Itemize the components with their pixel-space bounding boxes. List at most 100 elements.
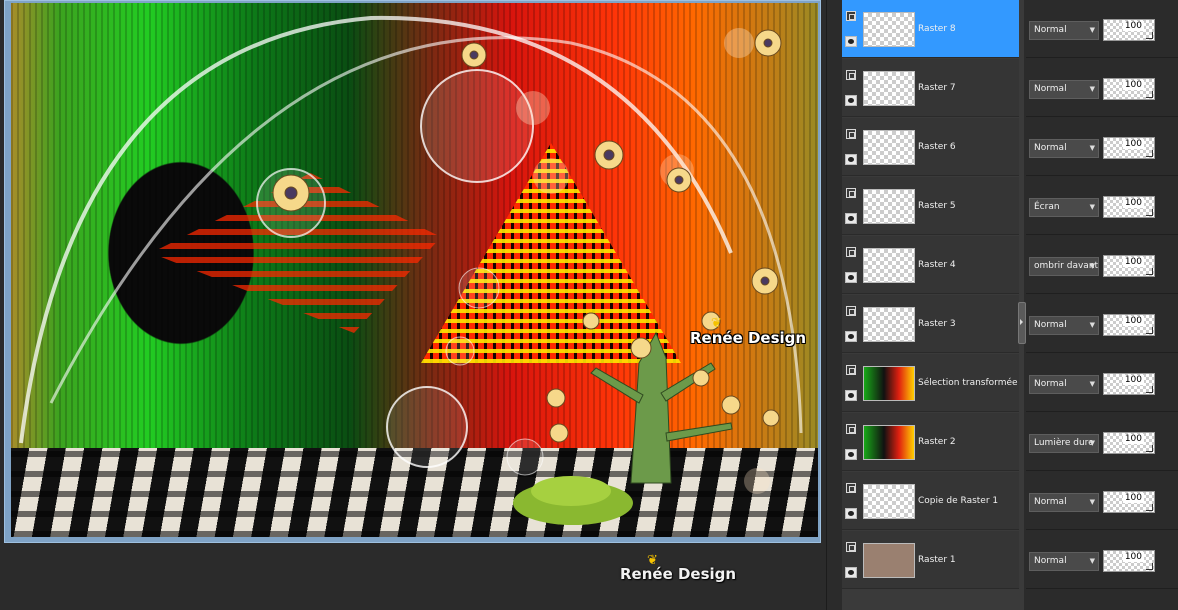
opacity-field[interactable]: 100 (1103, 373, 1155, 395)
blend-mode-value: Normal (1034, 25, 1067, 35)
canvas-area[interactable]: Renée Design ❦ Renée Design ❦ (0, 0, 826, 610)
flowers (272, 29, 782, 443)
eye-icon[interactable] (845, 567, 857, 578)
layer-name: Raster 2 (918, 437, 956, 447)
bubble-small-1 (516, 91, 550, 125)
panel-collapse-handle[interactable] (1018, 302, 1026, 344)
layer-thumbnail (863, 71, 915, 106)
eye-icon[interactable] (845, 213, 857, 224)
eye-icon[interactable] (845, 95, 857, 106)
eye-icon[interactable] (845, 272, 857, 283)
blend-mode-select[interactable]: Normal ▼ (1029, 493, 1099, 512)
layer-properties-row: Normal ▼ 100 (1026, 354, 1178, 412)
blend-mode-value: Normal (1034, 497, 1067, 507)
chevron-down-icon: ▼ (1089, 557, 1095, 565)
layer-link-icon[interactable] (846, 483, 856, 493)
bubble-bottom-left (386, 386, 468, 468)
opacity-field[interactable]: 100 (1103, 314, 1155, 336)
eye-icon[interactable] (845, 508, 857, 519)
layer-link-icon[interactable] (846, 306, 856, 316)
eye-icon[interactable] (845, 36, 857, 47)
layer-row[interactable]: Sélection transformée (842, 354, 1019, 412)
resize-grip-icon (1146, 327, 1153, 334)
chevron-down-icon: ▼ (1089, 85, 1095, 93)
eye-icon[interactable] (845, 331, 857, 342)
layer-thumbnail (863, 307, 915, 342)
layer-link-icon[interactable] (846, 11, 856, 21)
artwork-canvas[interactable]: Renée Design ❦ (11, 3, 818, 537)
layer-thumbnail (863, 425, 915, 460)
blend-mode-value: Normal (1034, 320, 1067, 330)
eye-icon[interactable] (845, 390, 857, 401)
layer-properties-row: Normal ▼ 100 (1026, 531, 1178, 589)
opacity-field[interactable]: 100 (1103, 137, 1155, 159)
layer-name: Raster 5 (918, 201, 956, 211)
opacity-value: 100 (1122, 375, 1144, 385)
layer-row[interactable]: Raster 6 (842, 118, 1019, 176)
layer-row[interactable]: Raster 3 (842, 295, 1019, 353)
layer-link-icon[interactable] (846, 188, 856, 198)
layer-row[interactable]: Raster 2 (842, 413, 1019, 471)
resize-grip-icon (1146, 445, 1153, 452)
resize-grip-icon (1146, 504, 1153, 511)
blend-mode-select[interactable]: Lumière dure ▼ (1029, 434, 1099, 453)
blend-mode-select[interactable]: Normal ▼ (1029, 21, 1099, 40)
layer-properties-row: Normal ▼ 100 (1026, 472, 1178, 530)
opacity-field[interactable]: 100 (1103, 432, 1155, 454)
blend-mode-select[interactable]: Normal ▼ (1029, 552, 1099, 571)
chevron-down-icon: ▼ (1089, 144, 1095, 152)
layer-properties-list: Normal ▼ 100 Normal ▼ 100 Normal ▼ 100 Écran ▼ 100 o… (1026, 0, 1178, 610)
blend-mode-value: Lumière dure (1034, 438, 1094, 448)
opacity-value: 100 (1122, 257, 1144, 267)
layer-link-icon[interactable] (846, 70, 856, 80)
layer-row[interactable]: Raster 1 (842, 531, 1019, 589)
layer-link-icon[interactable] (846, 365, 856, 375)
layer-thumbnail (863, 12, 915, 47)
layer-name: Sélection transformée (918, 378, 1018, 388)
layer-link-icon[interactable] (846, 129, 856, 139)
blend-mode-select[interactable]: Écran ▼ (1029, 198, 1099, 217)
chevron-down-icon: ▼ (1089, 203, 1095, 211)
chevron-down-icon: ▼ (1089, 26, 1095, 34)
opacity-value: 100 (1122, 80, 1144, 90)
resize-grip-icon (1146, 563, 1153, 570)
layer-row[interactable]: Copie de Raster 1 (842, 472, 1019, 530)
layer-name: Raster 4 (918, 260, 956, 270)
layer-row[interactable]: Raster 8 (842, 0, 1019, 58)
blend-mode-select[interactable]: Normal ▼ (1029, 375, 1099, 394)
chevron-down-icon: ▼ (1089, 321, 1095, 329)
opacity-field[interactable]: 100 (1103, 78, 1155, 100)
layer-row[interactable]: Raster 5 (842, 177, 1019, 235)
layer-row[interactable]: Raster 4 (842, 236, 1019, 294)
layer-name: Raster 8 (918, 24, 956, 34)
opacity-field[interactable]: 100 (1103, 255, 1155, 277)
opacity-field[interactable]: 100 (1103, 196, 1155, 218)
watermark-renee-design-bottom: Renée Design (620, 565, 737, 583)
watermark-renee-design: Renée Design (690, 329, 807, 347)
layer-row[interactable]: Raster 7 (842, 59, 1019, 117)
bubble-small-4 (445, 336, 475, 366)
opacity-value: 100 (1122, 139, 1144, 149)
bubble-small-2 (533, 158, 569, 194)
artwork-overlays (19, 15, 803, 525)
layer-link-icon[interactable] (846, 542, 856, 552)
opacity-field[interactable]: 100 (1103, 550, 1155, 572)
chevron-down-icon: ▼ (1089, 380, 1095, 388)
butterfly-icon: ❦ (711, 316, 722, 331)
blend-mode-select[interactable]: Normal ▼ (1029, 316, 1099, 335)
layer-link-icon[interactable] (846, 424, 856, 434)
blend-mode-select[interactable]: Normal ▼ (1029, 139, 1099, 158)
eye-icon[interactable] (845, 449, 857, 460)
blend-mode-select[interactable]: ombrir davantag▼ (1029, 257, 1099, 276)
chevron-down-icon: ▼ (1089, 262, 1095, 270)
layer-name: Raster 1 (918, 555, 956, 565)
eye-icon[interactable] (845, 154, 857, 165)
bubble-top-right (724, 28, 754, 58)
opacity-field[interactable]: 100 (1103, 19, 1155, 41)
blend-mode-select[interactable]: Normal ▼ (1029, 80, 1099, 99)
layer-link-icon[interactable] (846, 247, 856, 257)
layer-properties-row: Normal ▼ 100 (1026, 118, 1178, 176)
opacity-field[interactable]: 100 (1103, 491, 1155, 513)
butterfly-icon: ❦ (647, 553, 658, 568)
arc-left (19, 15, 733, 444)
